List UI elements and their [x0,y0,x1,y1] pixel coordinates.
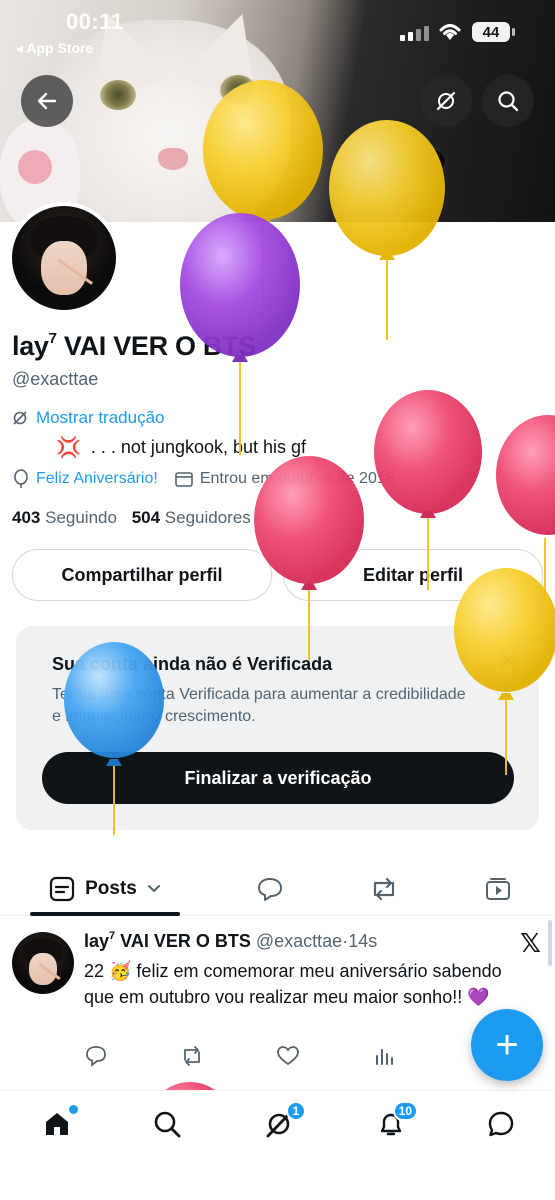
back-button[interactable] [21,75,73,127]
home-icon [46,1113,68,1135]
notifications-badge: 10 [392,1101,418,1121]
battery-indicator: 44 [472,22,515,42]
back-to-app-link[interactable]: ◂ App Store [16,40,93,57]
grok-button[interactable] [420,75,472,127]
tweet-handle: @exacttae [255,931,343,951]
tweet-header: lay7 VAI VER O BTS @exacttae·14s [84,930,378,951]
tweet-author-name[interactable]: lay7 VAI VER O BTS [84,930,251,951]
views-icon[interactable] [372,1044,396,1068]
profile-avatar[interactable] [8,202,120,314]
verification-text: Tenha uma conta Verificada para aumentar… [52,686,466,725]
tweet-time: 14s [348,931,378,951]
birthday-link[interactable]: Feliz Aniversário! [36,470,158,488]
repost-icon [373,877,395,901]
search-icon [154,1111,181,1138]
chevron-right-icon: › [402,470,408,487]
follow-stats: 403 Seguindo 504 Seguidores [12,508,251,528]
tab-replies[interactable] [250,862,290,916]
show-translation-link[interactable]: Mostrar tradução [12,408,165,428]
slash-circle-icon [436,91,456,111]
x-logo-icon: 𝕏 [520,928,541,958]
profile-name: lay7 VAI VER O BTS [12,330,257,361]
finish-verification-button[interactable]: Finalizar a verificação [42,752,514,804]
status-time: 00:11 [66,9,124,34]
profile-bio: 💢 . . . not jungkook, but his gf [56,437,307,459]
tweet-actions [84,1044,504,1070]
signal-icon [400,26,429,41]
home-notification-dot [69,1105,78,1114]
like-icon[interactable] [276,1044,300,1068]
verification-title: Sua conta ainda não é Verificada [52,654,333,674]
chat-bubble-icon [488,1111,514,1137]
nav-notifications[interactable]: 10 [376,1101,418,1139]
scrollbar[interactable] [548,920,552,966]
reply-icon[interactable] [84,1044,108,1068]
status-bar: 00:11 ◂ App Store 44 [0,0,555,60]
profile-meta: Feliz Aniversário! Entrou em outubro de … [12,469,408,489]
video-icon [486,878,510,900]
wifi-icon [439,24,461,40]
anger-symbol-icon: 💢 [56,437,81,459]
search-button[interactable] [482,75,534,127]
nav-home[interactable] [42,1105,78,1139]
arrow-left-icon [37,92,57,110]
close-icon[interactable]: ✕ [499,648,517,674]
joined-date: Entrou em outubro de 2018 [199,470,395,487]
tweet-avatar[interactable] [12,932,74,994]
profile-handle: @exacttae [12,369,99,389]
calendar-icon [175,472,193,487]
nav-search[interactable] [152,1109,182,1139]
grok-badge: 1 [286,1101,306,1121]
posts-icon [50,876,75,902]
profile-tabs: Posts [0,862,555,916]
balloon-icon [14,469,28,488]
nav-messages[interactable] [486,1109,516,1139]
following-link[interactable]: 403 Seguindo [12,508,117,527]
tab-active-indicator [30,912,180,916]
search-icon [498,91,519,112]
share-profile-button[interactable]: Compartilhar perfil [12,549,272,601]
bottom-nav: 1 10 [0,1090,555,1200]
tab-media[interactable] [478,862,518,916]
reply-icon [258,878,282,901]
banner-black-cat-eye [405,148,445,174]
nav-grok[interactable]: 1 [264,1101,306,1139]
tab-posts[interactable]: Posts [30,862,180,916]
followers-link[interactable]: 504 Seguidores [132,508,251,527]
edit-profile-button[interactable]: Editar perfil [283,549,543,601]
verification-card: Sua conta ainda não é Verificada Tenha u… [16,626,539,830]
translate-icon [13,411,27,425]
repost-icon[interactable] [180,1044,204,1068]
tweet-text: 22 🥳 feliz em comemorar meu aniversário … [84,961,502,1007]
tab-reposts[interactable] [364,862,404,916]
chevron-down-icon [147,885,160,893]
compose-post-button[interactable]: + [471,1009,543,1081]
